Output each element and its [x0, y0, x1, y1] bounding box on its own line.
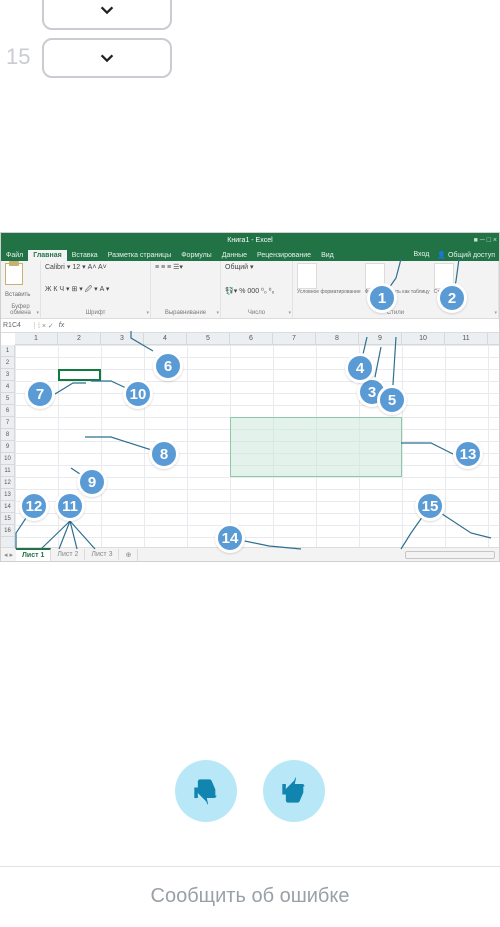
dropdown-15[interactable] [42, 38, 172, 78]
fx-label[interactable]: fx [57, 322, 66, 329]
tab-formulas[interactable]: Формулы [176, 250, 216, 261]
feedback-buttons [0, 760, 500, 822]
question-number-15: 15 [6, 44, 30, 70]
callout-9: 9 [77, 467, 107, 497]
tab-review[interactable]: Рецензирование [252, 250, 316, 261]
sheet-add[interactable]: ⊕ [119, 549, 138, 561]
ribbon-styles: Условное форматирование Форматировать ка… [293, 261, 499, 318]
callout-2: 2 [437, 283, 467, 313]
number-group-label: Число [225, 310, 288, 316]
paste-icon[interactable] [5, 263, 23, 285]
sheet-tabs: ◂ ▸ Лист 1 Лист 2 Лист 3 ⊕ [1, 547, 499, 561]
sheet-nav[interactable]: ◂ ▸ [1, 551, 16, 559]
paste-label: Вставить [5, 292, 36, 298]
tab-home[interactable]: Главная [28, 250, 66, 261]
font-name[interactable]: Calibri [45, 264, 65, 271]
ribbon-clipboard: Вставить Буфер обмена [1, 261, 41, 318]
align-group-label: Выравнивание [155, 310, 216, 316]
number-format[interactable]: Общий [225, 264, 248, 271]
tab-file[interactable]: Файл [1, 250, 28, 261]
dropdown-prev[interactable] [42, 0, 172, 30]
formula-bar: R1C4 ⁞ × ✓ fx [1, 319, 499, 333]
callout-14: 14 [215, 523, 245, 553]
tab-share[interactable]: 👤 Общий доступ [433, 249, 499, 261]
excel-screenshot: Книга1 - Excel ■ ─ □ × Файл Главная Вста… [0, 232, 500, 562]
number-controls[interactable]: % 000 ⁰₀ ⁰₀ [239, 287, 274, 295]
title-bar: Книга1 - Excel ■ ─ □ × [1, 233, 499, 247]
window-controls: ■ ─ □ × [474, 237, 497, 244]
cond-format-icon[interactable] [297, 263, 317, 289]
tab-signin[interactable]: Вход [409, 249, 433, 261]
horizontal-scrollbar[interactable] [405, 551, 495, 559]
row-headers: 12 34 56 78 910 1112 1314 1516 [1, 345, 15, 547]
tab-layout[interactable]: Разметка страницы [103, 250, 177, 261]
report-error-link[interactable]: Сообщить об ошибке [0, 866, 500, 908]
thumbs-up-icon [280, 777, 308, 805]
callout-10: 10 [123, 379, 153, 409]
thumbs-down-icon [192, 777, 220, 805]
callout-1: 1 [367, 283, 397, 313]
callout-8: 8 [149, 439, 179, 469]
sheet-2[interactable]: Лист 2 [51, 549, 85, 560]
thumbs-down-button[interactable] [175, 760, 237, 822]
styles-group-label: Стили [297, 310, 494, 316]
sheet-1[interactable]: Лист 1 [16, 548, 51, 561]
callout-15: 15 [415, 491, 445, 521]
window-title: Книга1 - Excel [227, 237, 272, 244]
selected-cell [58, 369, 101, 381]
chevron-down-icon [98, 1, 116, 19]
ribbon: Вставить Буфер обмена Calibri▾12▾A˄ A˅ Ж… [1, 261, 499, 319]
column-headers: 12 34 56 78 910 11 [15, 333, 499, 345]
callout-4: 4 [345, 353, 375, 383]
align-controls[interactable]: ≡ ≡ ≡ ☰▾ [155, 263, 183, 271]
callout-5: 5 [377, 385, 407, 415]
font-style-controls[interactable]: Ж К Ч ▾ ⊞ ▾ 🖉 ▾ A ▾ [45, 285, 109, 296]
clipboard-label: Буфер обмена [5, 304, 36, 316]
callout-13: 13 [453, 439, 483, 469]
font-size[interactable]: 12 [72, 264, 80, 271]
callout-11: 11 [55, 491, 85, 521]
callout-6: 6 [153, 351, 183, 381]
ribbon-number: Общий▾ 💱▾% 000 ⁰₀ ⁰₀ Число [221, 261, 293, 318]
sheet-3[interactable]: Лист 3 [85, 549, 119, 560]
callout-7: 7 [25, 379, 55, 409]
tab-data[interactable]: Данные [217, 250, 252, 261]
ribbon-tabs: Файл Главная Вставка Разметка страницы Ф… [1, 247, 499, 261]
callout-12: 12 [19, 491, 49, 521]
formula-controls[interactable]: ⁞ × ✓ [35, 322, 57, 330]
chevron-down-icon [98, 49, 116, 67]
font-group-label: Шрифт [45, 310, 146, 316]
ribbon-font: Calibri▾12▾A˄ A˅ Ж К Ч ▾ ⊞ ▾ 🖉 ▾ A ▾ Шри… [41, 261, 151, 318]
name-box[interactable]: R1C4 [1, 322, 35, 329]
selected-range [230, 417, 402, 477]
ribbon-alignment: ≡ ≡ ≡ ☰▾ Выравнивание [151, 261, 221, 318]
tab-view[interactable]: Вид [316, 250, 339, 261]
tab-insert[interactable]: Вставка [67, 250, 103, 261]
thumbs-up-button[interactable] [263, 760, 325, 822]
